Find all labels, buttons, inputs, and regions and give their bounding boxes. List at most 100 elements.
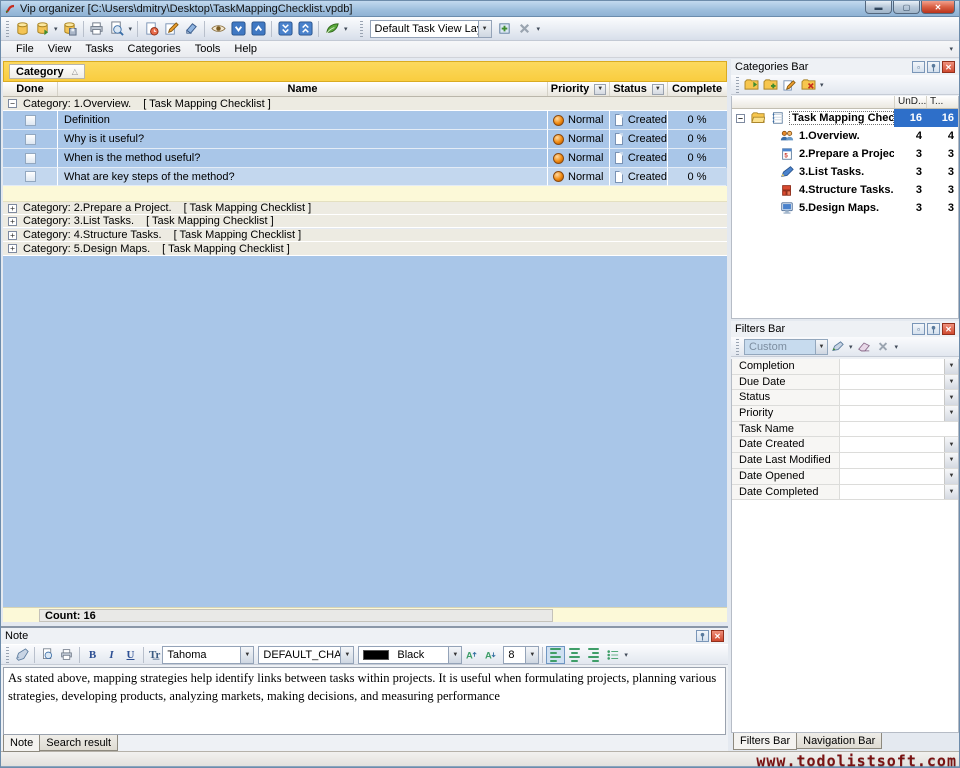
font-combo-dropdown[interactable]: ▼	[240, 647, 253, 663]
filter-dropdown[interactable]: ▼	[944, 469, 958, 484]
clear-filter-button[interactable]	[855, 338, 874, 356]
done-checkbox[interactable]	[25, 115, 36, 126]
column-header-complete[interactable]: Complete	[668, 82, 726, 96]
group-row-overview[interactable]: − Category: 1.Overview. [ Task Mapping C…	[3, 97, 727, 111]
delete-category-button[interactable]	[799, 76, 818, 94]
move-bottom-button[interactable]	[275, 19, 295, 39]
menu-file[interactable]: File	[9, 41, 41, 57]
add-subcategory-button[interactable]	[761, 76, 780, 94]
charset-combo-dropdown[interactable]: ▼	[340, 647, 353, 663]
minimize-button[interactable]: ▬	[865, 1, 892, 14]
group-row-prepare-project[interactable]: + Category: 2.Prepare a Project. [ Task …	[3, 202, 727, 215]
bullet-list-button[interactable]	[603, 646, 622, 664]
save-filter-button[interactable]	[828, 338, 847, 356]
tab-filters-bar[interactable]: Filters Bar	[733, 733, 797, 750]
save-note-button[interactable]	[12, 646, 31, 664]
save-database-button[interactable]	[60, 19, 80, 39]
filter-value[interactable]	[840, 469, 944, 484]
filters-restore-button[interactable]: ▫	[912, 323, 925, 335]
tree-row-structure-tasks[interactable]: 4.Structure Tasks. 3 3	[732, 181, 958, 199]
edit-task-button[interactable]	[161, 19, 181, 39]
column-header-done[interactable]: Done	[3, 82, 58, 96]
print-preview-button[interactable]	[107, 19, 127, 39]
done-checkbox[interactable]	[25, 153, 36, 164]
tab-navigation-bar[interactable]: Navigation Bar	[796, 733, 882, 749]
filter-dropdown[interactable]: ▼	[944, 406, 958, 421]
move-down-button[interactable]	[228, 19, 248, 39]
filter-value[interactable]	[840, 359, 944, 374]
filter-value[interactable]	[840, 422, 958, 437]
note-close-button[interactable]: ✕	[711, 630, 724, 642]
layout-combo-dropdown[interactable]: ▼	[478, 21, 491, 37]
filter-dropdown[interactable]: ▼	[944, 453, 958, 468]
note-print-preview-button[interactable]	[38, 646, 57, 664]
menu-tasks[interactable]: Tasks	[78, 41, 120, 57]
color-combo-dropdown[interactable]: ▼	[448, 647, 461, 663]
filter-dropdown[interactable]: ▼	[944, 359, 958, 374]
task-row[interactable]: Why is it useful? Normal Created 0 %	[3, 130, 727, 149]
open-database-button[interactable]	[32, 19, 52, 39]
filter-value[interactable]	[840, 406, 944, 421]
expand-icon[interactable]: +	[8, 217, 17, 226]
tree-row-design-maps[interactable]: 5.Design Maps. 3 3	[732, 199, 958, 217]
filter-value[interactable]	[840, 437, 944, 452]
status-filter-button[interactable]: ▼	[652, 84, 664, 95]
collapse-icon[interactable]: −	[736, 114, 745, 123]
underline-button[interactable]: U	[121, 646, 140, 664]
font-grow-button[interactable]: A	[462, 646, 481, 664]
filter-dropdown[interactable]: ▼	[944, 375, 958, 390]
filter-dropdown[interactable]: ▼	[944, 485, 958, 500]
expand-icon[interactable]: +	[8, 244, 17, 253]
toolbar-drag-handle[interactable]	[6, 21, 9, 37]
print-button[interactable]	[87, 19, 107, 39]
task-row[interactable]: Definition Normal Created 0 %	[3, 111, 727, 130]
categories-toolbar-handle[interactable]	[736, 77, 739, 93]
close-button[interactable]: ✕	[921, 1, 955, 14]
note-print-button[interactable]	[57, 646, 76, 664]
add-category-button[interactable]	[742, 76, 761, 94]
print-dropdown[interactable]: ▾	[129, 25, 133, 33]
menu-tools[interactable]: Tools	[188, 41, 228, 57]
filter-value[interactable]	[840, 453, 944, 468]
group-row-design-maps[interactable]: + Category: 5.Design Maps. [ Task Mappin…	[3, 242, 727, 256]
charset-combo[interactable]: DEFAULT_CHAR ▼	[258, 646, 354, 664]
note-text-area[interactable]: As stated above, mapping strategies help…	[3, 667, 726, 735]
bold-button[interactable]: B	[83, 646, 102, 664]
filter-dropdown[interactable]: ▼	[944, 437, 958, 452]
tab-search-result[interactable]: Search result	[39, 735, 118, 751]
column-header-name[interactable]: Name	[58, 82, 548, 96]
align-left-button[interactable]	[546, 646, 565, 664]
open-database-dropdown[interactable]: ▾	[54, 25, 58, 33]
categories-pin-button[interactable]	[927, 61, 940, 73]
expand-icon[interactable]: +	[8, 204, 17, 213]
column-header-total[interactable]: T...	[926, 96, 958, 108]
align-right-button[interactable]	[584, 646, 603, 664]
maximize-button[interactable]: ▢	[893, 1, 920, 14]
group-row-structure-tasks[interactable]: + Category: 4.Structure Tasks. [ Task Ma…	[3, 229, 727, 242]
group-by-category-button[interactable]: Category △	[9, 64, 85, 79]
note-toolbar-handle[interactable]	[6, 647, 9, 663]
menu-categories[interactable]: Categories	[121, 41, 188, 57]
expand-icon[interactable]: +	[8, 231, 17, 240]
filter-value[interactable]	[840, 390, 944, 405]
delete-layout-button[interactable]	[515, 19, 535, 39]
task-row[interactable]: When is the method useful? Normal Create…	[3, 149, 727, 168]
column-header-priority[interactable]: Priority▼	[548, 82, 610, 96]
layout-combo[interactable]: Default Task View Layout ▼	[370, 20, 492, 38]
tree-row-root[interactable]: − Task Mapping Checklist 16 16	[732, 109, 958, 127]
move-top-button[interactable]	[295, 19, 315, 39]
menu-view[interactable]: View	[41, 41, 79, 57]
menubar-options-dropdown[interactable]: ▾	[949, 45, 953, 53]
group-row-list-tasks[interactable]: + Category: 3.List Tasks. [ Task Mapping…	[3, 215, 727, 228]
filters-pin-button[interactable]	[927, 323, 940, 335]
tab-note[interactable]: Note	[3, 735, 40, 752]
view-button[interactable]	[208, 19, 228, 39]
share-button[interactable]	[322, 19, 342, 39]
column-header-status[interactable]: Status▼	[610, 82, 668, 96]
color-combo[interactable]: Black ▼	[358, 646, 462, 664]
new-database-button[interactable]	[12, 19, 32, 39]
filter-value[interactable]	[840, 375, 944, 390]
tree-row-prepare-project[interactable]: 5 2.Prepare a Project. 3 3	[732, 145, 958, 163]
font-size-combo[interactable]: 8 ▼	[503, 646, 539, 664]
edit-category-button[interactable]	[780, 76, 799, 94]
